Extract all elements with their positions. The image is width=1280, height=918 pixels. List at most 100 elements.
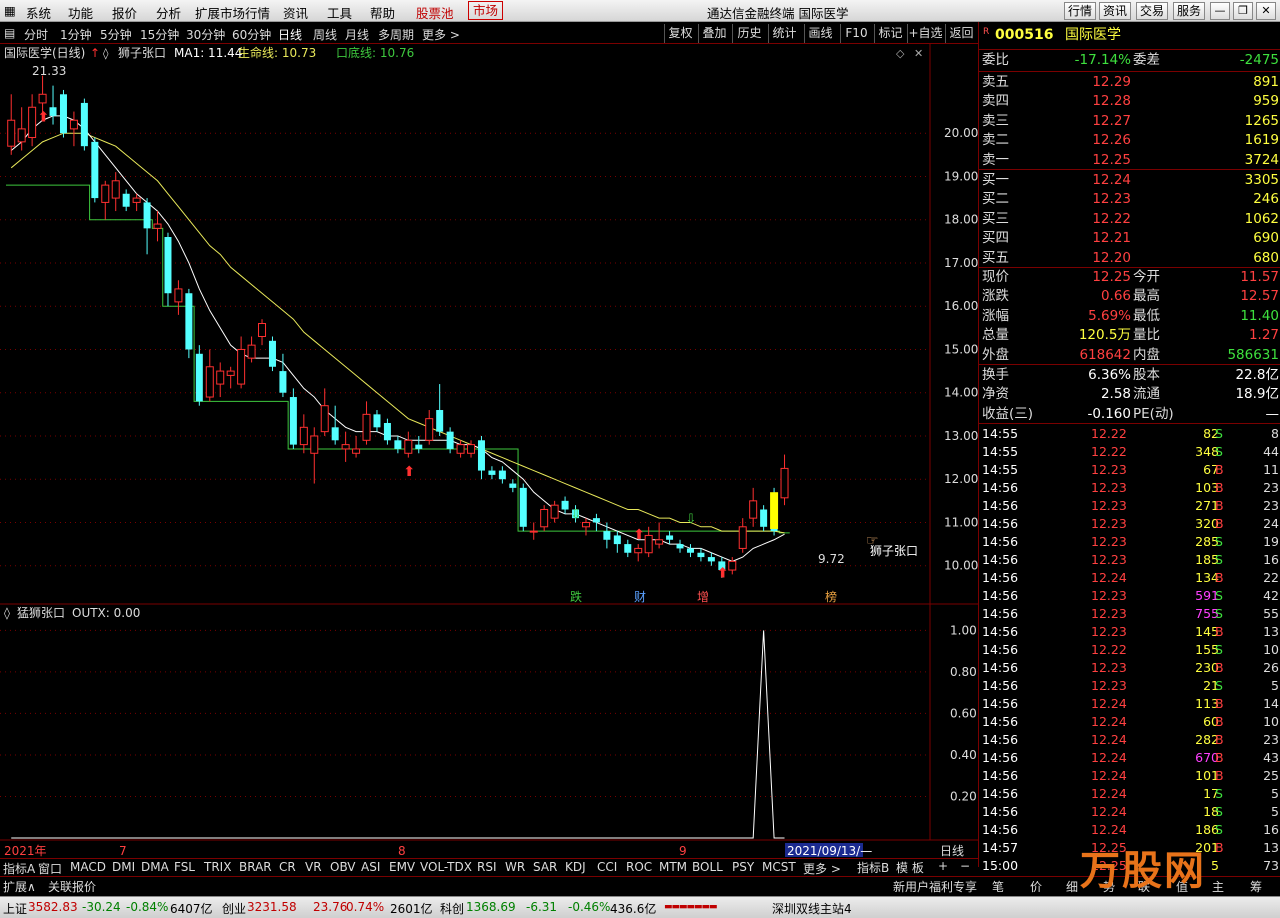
indicator-tab-a[interactable]: 指标A xyxy=(3,860,35,877)
candle[interactable] xyxy=(310,427,319,484)
candle[interactable] xyxy=(216,362,225,398)
candle[interactable] xyxy=(529,522,538,540)
fund-row[interactable]: 换手 6.36% 股本 22.8亿 xyxy=(979,366,1280,385)
btn-service[interactable]: 服务 xyxy=(1173,2,1205,20)
indicator-tab-vr[interactable]: VR xyxy=(305,860,322,874)
minimize-icon[interactable]: — xyxy=(1210,2,1230,20)
candle[interactable] xyxy=(498,466,506,484)
period-30min[interactable]: 30分钟 xyxy=(186,26,225,43)
ask-row[interactable]: 卖二 12.26 1619 xyxy=(979,131,1280,150)
candle[interactable] xyxy=(143,198,151,255)
indicator-tab-kdj[interactable]: KDJ xyxy=(565,860,586,874)
maximize-icon[interactable]: ❐ xyxy=(1233,2,1253,20)
candle[interactable] xyxy=(477,435,485,480)
btn-overlay[interactable]: 叠加 xyxy=(698,24,730,43)
indicator-tab-dmi[interactable]: DMI xyxy=(112,860,135,874)
indicator-tab-mcst[interactable]: MCST xyxy=(762,860,796,874)
candle[interactable] xyxy=(279,353,287,398)
candle[interactable] xyxy=(707,552,715,566)
candle[interactable] xyxy=(509,479,517,493)
indicator-tab-emv[interactable]: EMV xyxy=(389,860,415,874)
stat-row[interactable]: 总量 120.5万 量比 1.27 xyxy=(979,326,1280,345)
candle[interactable] xyxy=(456,440,465,458)
candle[interactable] xyxy=(624,539,632,558)
candle[interactable] xyxy=(69,111,78,147)
btn-draw[interactable]: 画线 xyxy=(804,24,836,43)
period-intraday[interactable]: 分时 xyxy=(24,26,48,43)
candle[interactable] xyxy=(561,496,569,514)
period-more[interactable]: 更多 > xyxy=(422,26,460,43)
sub-panel-icon[interactable]: ◊ xyxy=(4,606,10,620)
menu-system[interactable]: 系统 xyxy=(26,3,51,22)
btn-news[interactable]: 资讯 xyxy=(1099,2,1131,20)
indicator-tab-dma[interactable]: DMA xyxy=(141,860,169,874)
candle[interactable] xyxy=(467,440,476,458)
bid-row[interactable]: 买四 12.21 690 xyxy=(979,229,1280,248)
stat-row[interactable]: 外盘 618642 内盘 586631 xyxy=(979,346,1280,365)
cy-index[interactable]: 3231.58 xyxy=(247,900,297,914)
candle[interactable] xyxy=(320,388,329,436)
btn-f10[interactable]: F10 xyxy=(840,24,872,43)
ask-row[interactable]: 卖一 12.25 3724 xyxy=(979,151,1280,170)
ask-row[interactable]: 卖五 12.29 891 xyxy=(979,73,1280,92)
btn-history[interactable]: 历史 xyxy=(732,24,766,43)
period-15min[interactable]: 15分钟 xyxy=(140,26,179,43)
indicator-tab-macd[interactable]: MACD xyxy=(70,860,106,874)
candle[interactable] xyxy=(80,98,88,151)
candle[interactable] xyxy=(352,435,361,458)
indicator-tab-wr[interactable]: WR xyxy=(505,860,525,874)
candle[interactable] xyxy=(122,189,130,212)
candle[interactable] xyxy=(153,211,162,242)
indicator-tab-[interactable]: 更多 > xyxy=(803,860,841,877)
indicator-tab-[interactable]: 窗口 xyxy=(38,860,62,877)
candle[interactable] xyxy=(592,513,600,532)
zoom-out-button[interactable]: − xyxy=(960,859,970,873)
candle[interactable] xyxy=(676,539,684,553)
event-mark-increase[interactable]: 增 xyxy=(697,590,709,604)
candle[interactable] xyxy=(425,410,434,445)
candle[interactable] xyxy=(760,505,768,532)
candle[interactable] xyxy=(436,384,444,436)
candle[interactable] xyxy=(519,483,527,532)
candle[interactable] xyxy=(686,544,694,558)
tab-tick[interactable]: 笔 xyxy=(992,878,1004,895)
candle[interactable] xyxy=(415,435,423,454)
bid-row[interactable]: 买三 12.22 1062 xyxy=(979,210,1280,229)
close-icon[interactable]: ✕ xyxy=(1256,2,1276,20)
candle[interactable] xyxy=(488,466,496,480)
event-mark-list[interactable]: 榜 xyxy=(825,589,837,604)
menu-help[interactable]: 帮助 xyxy=(370,3,395,22)
template-tab[interactable]: 模 板 xyxy=(896,859,924,876)
sh-index[interactable]: 3582.83 xyxy=(28,900,78,914)
candle[interactable] xyxy=(362,401,371,445)
event-mark-finance[interactable]: 财 xyxy=(634,590,646,604)
bid-row[interactable]: 买一 12.24 3305 xyxy=(979,171,1280,190)
btn-trade[interactable]: 交易 xyxy=(1136,2,1168,20)
candle[interactable] xyxy=(289,388,297,449)
toggle-icon[interactable]: ▤ xyxy=(4,26,15,40)
indicator-tab-voltdx[interactable]: VOL-TDX xyxy=(420,860,472,874)
candle[interactable] xyxy=(780,454,789,506)
indicator-tab-boll[interactable]: BOLL xyxy=(692,860,723,874)
period-5min[interactable]: 5分钟 xyxy=(100,26,132,43)
candle[interactable] xyxy=(550,500,559,523)
candle[interactable] xyxy=(91,137,99,203)
candle[interactable] xyxy=(49,85,57,125)
related-quote[interactable]: 关联报价 xyxy=(48,878,96,895)
indicator-tab-brar[interactable]: BRAR xyxy=(239,860,272,874)
app-icon[interactable]: ▦ xyxy=(4,3,16,18)
candle[interactable] xyxy=(749,487,758,527)
candle[interactable] xyxy=(299,414,308,454)
indicator-tab-obv[interactable]: OBV xyxy=(330,860,356,874)
candle[interactable] xyxy=(540,505,549,532)
indicator-tab-psy[interactable]: PSY xyxy=(732,860,754,874)
indicator-tab-asi[interactable]: ASI xyxy=(361,860,380,874)
candle[interactable] xyxy=(394,435,402,454)
menu-quote[interactable]: 报价 xyxy=(112,3,137,22)
bid-row[interactable]: 买五 12.20 680 xyxy=(979,249,1280,268)
tab-price[interactable]: 价 xyxy=(1030,878,1042,895)
stat-row[interactable]: 涨幅 5.69% 最低 11.40 xyxy=(979,307,1280,326)
candle[interactable] xyxy=(7,94,16,155)
tab-detail[interactable]: 细 xyxy=(1066,878,1078,895)
indicator-tab-trix[interactable]: TRIX xyxy=(204,860,231,874)
